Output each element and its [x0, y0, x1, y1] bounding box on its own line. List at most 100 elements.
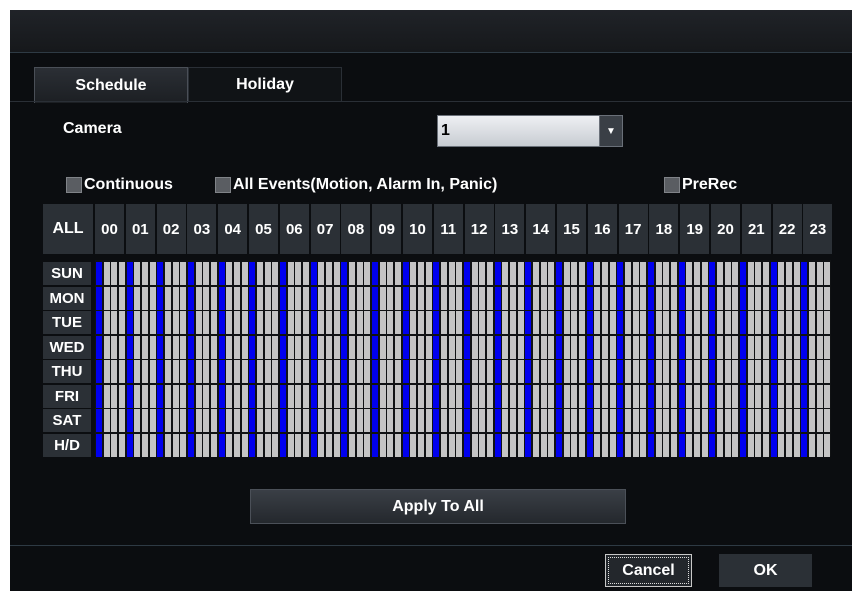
schedule-cell[interactable]	[533, 360, 540, 383]
schedule-cell[interactable]	[310, 262, 317, 285]
schedule-cell[interactable]	[364, 433, 371, 457]
schedule-cell[interactable]	[648, 409, 655, 432]
schedule-cell[interactable]	[471, 286, 478, 310]
schedule-cell[interactable]	[671, 360, 678, 383]
schedule-cell[interactable]	[724, 335, 731, 359]
schedule-cell[interactable]	[203, 311, 210, 334]
schedule-cell[interactable]	[602, 360, 609, 383]
schedule-cell[interactable]	[579, 335, 586, 359]
schedule-cell[interactable]	[441, 286, 448, 310]
schedule-cell[interactable]	[234, 335, 241, 359]
schedule-cell[interactable]	[126, 384, 133, 408]
schedule-cell[interactable]	[103, 335, 110, 359]
schedule-cell[interactable]	[632, 360, 639, 383]
schedule-cell[interactable]	[571, 384, 578, 408]
schedule-cell[interactable]	[142, 409, 149, 432]
schedule-cell[interactable]	[142, 286, 149, 310]
schedule-cell[interactable]	[303, 360, 310, 383]
schedule-cell[interactable]	[188, 384, 195, 408]
schedule-cell[interactable]	[487, 433, 494, 457]
schedule-cell[interactable]	[149, 409, 156, 432]
camera-select[interactable]: 1 ▼	[437, 115, 623, 147]
hour-header-10[interactable]: 10	[403, 204, 432, 254]
schedule-cell[interactable]	[241, 384, 248, 408]
schedule-cell[interactable]	[211, 262, 218, 285]
schedule-cell[interactable]	[203, 433, 210, 457]
schedule-cell[interactable]	[617, 360, 624, 383]
chevron-down-icon[interactable]: ▼	[599, 116, 622, 146]
schedule-cell[interactable]	[563, 335, 570, 359]
schedule-cell[interactable]	[295, 384, 302, 408]
schedule-cell[interactable]	[464, 286, 471, 310]
schedule-cell[interactable]	[165, 262, 172, 285]
schedule-cell[interactable]	[809, 286, 816, 310]
schedule-cell[interactable]	[755, 384, 762, 408]
schedule-cell[interactable]	[134, 360, 141, 383]
schedule-cell[interactable]	[119, 262, 126, 285]
schedule-cell[interactable]	[732, 409, 739, 432]
schedule-cell[interactable]	[533, 384, 540, 408]
schedule-cell[interactable]	[548, 409, 555, 432]
schedule-cell[interactable]	[188, 360, 195, 383]
schedule-cell[interactable]	[602, 409, 609, 432]
schedule-cell[interactable]	[157, 311, 164, 334]
schedule-cell[interactable]	[241, 262, 248, 285]
schedule-cell[interactable]	[770, 360, 777, 383]
schedule-cell[interactable]	[188, 311, 195, 334]
schedule-cell[interactable]	[494, 384, 501, 408]
schedule-cell[interactable]	[755, 286, 762, 310]
schedule-cell[interactable]	[793, 409, 800, 432]
day-label-mon[interactable]: MON	[43, 286, 91, 310]
schedule-cell[interactable]	[479, 262, 486, 285]
schedule-cell[interactable]	[372, 409, 379, 432]
schedule-cell[interactable]	[456, 433, 463, 457]
schedule-cell[interactable]	[701, 262, 708, 285]
schedule-cell[interactable]	[180, 311, 187, 334]
schedule-cell[interactable]	[778, 384, 785, 408]
schedule-cell[interactable]	[448, 335, 455, 359]
schedule-cell[interactable]	[379, 311, 386, 334]
schedule-cell[interactable]	[395, 311, 402, 334]
schedule-cell[interactable]	[188, 262, 195, 285]
schedule-cell[interactable]	[218, 286, 225, 310]
schedule-cell[interactable]	[678, 384, 685, 408]
schedule-cell[interactable]	[686, 335, 693, 359]
schedule-cell[interactable]	[709, 335, 716, 359]
schedule-cell[interactable]	[425, 384, 432, 408]
schedule-cell[interactable]	[824, 433, 831, 457]
schedule-cell[interactable]	[418, 360, 425, 383]
schedule-cell[interactable]	[533, 286, 540, 310]
schedule-cell[interactable]	[732, 360, 739, 383]
schedule-cell[interactable]	[648, 335, 655, 359]
schedule-cell[interactable]	[609, 311, 616, 334]
schedule-cell[interactable]	[479, 409, 486, 432]
schedule-cell[interactable]	[487, 262, 494, 285]
schedule-cell[interactable]	[402, 360, 409, 383]
schedule-cell[interactable]	[364, 335, 371, 359]
schedule-cell[interactable]	[172, 409, 179, 432]
schedule-cell[interactable]	[364, 409, 371, 432]
schedule-cell[interactable]	[648, 262, 655, 285]
schedule-cell[interactable]	[517, 360, 524, 383]
schedule-cell[interactable]	[556, 360, 563, 383]
schedule-cell[interactable]	[264, 409, 271, 432]
schedule-cell[interactable]	[617, 384, 624, 408]
schedule-cell[interactable]	[632, 409, 639, 432]
schedule-cell[interactable]	[740, 433, 747, 457]
schedule-cell[interactable]	[525, 311, 532, 334]
schedule-cell[interactable]	[318, 335, 325, 359]
schedule-cell[interactable]	[257, 311, 264, 334]
schedule-cell[interactable]	[678, 286, 685, 310]
schedule-cell[interactable]	[525, 335, 532, 359]
schedule-cell[interactable]	[356, 311, 363, 334]
schedule-cell[interactable]	[632, 335, 639, 359]
schedule-cell[interactable]	[387, 433, 394, 457]
schedule-cell[interactable]	[280, 262, 287, 285]
schedule-cell[interactable]	[272, 286, 279, 310]
schedule-cell[interactable]	[809, 311, 816, 334]
schedule-cell[interactable]	[816, 262, 823, 285]
schedule-cell[interactable]	[632, 311, 639, 334]
schedule-cell[interactable]	[464, 262, 471, 285]
schedule-cell[interactable]	[747, 335, 754, 359]
schedule-cell[interactable]	[218, 433, 225, 457]
